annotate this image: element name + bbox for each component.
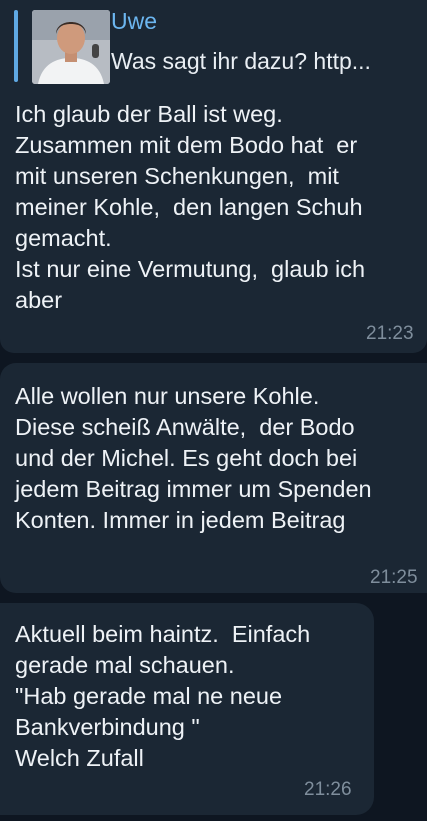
message-text: Alle wollen nur unsere Kohle. Diese sche… xyxy=(15,383,372,533)
person-photo-icon xyxy=(32,10,110,84)
message-bubble[interactable]: Uwe Was sagt ihr dazu? http... Ich glaub… xyxy=(0,0,427,353)
reply-preview[interactable]: Uwe Was sagt ihr dazu? http... xyxy=(14,8,414,84)
chat-view: Uwe Was sagt ihr dazu? http... Ich glaub… xyxy=(0,0,427,821)
reply-accent-bar xyxy=(14,10,18,82)
message-text: Aktuell beim haintz. Einfach gerade mal … xyxy=(15,621,311,771)
message-bubble[interactable]: Alle wollen nur unsere Kohle. Diese sche… xyxy=(0,363,427,593)
reply-author: Uwe xyxy=(111,8,158,34)
message-time: 21:26 xyxy=(304,779,352,800)
message-bubble[interactable]: Aktuell beim haintz. Einfach gerade mal … xyxy=(0,603,374,815)
message-time: 21:25 xyxy=(370,567,418,588)
reply-thumbnail xyxy=(32,10,110,84)
message-time: 21:23 xyxy=(366,323,414,344)
reply-text: Was sagt ihr dazu? http... xyxy=(111,48,371,74)
message-text: Ich glaub der Ball ist weg. Zusammen mit… xyxy=(15,101,366,313)
